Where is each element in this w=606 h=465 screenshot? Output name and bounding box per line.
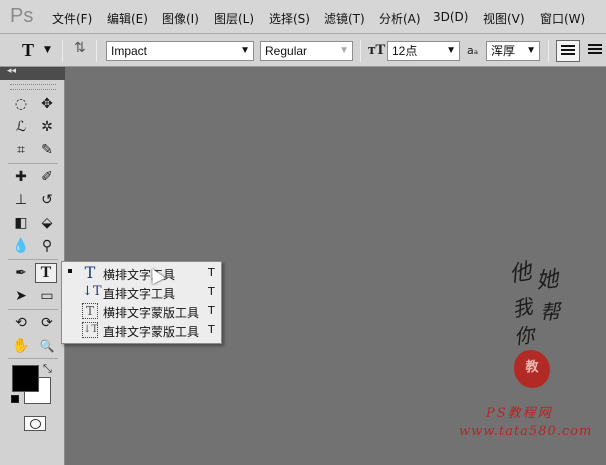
type-tool-flyout: T 横排文字工具 T ↓T 直排文字工具 T T 横排文字蒙版工具 T ↓T 直… <box>61 261 222 344</box>
text-orientation-icon[interactable]: ⇅ <box>74 40 86 56</box>
flyout-item-horizontal-type-mask[interactable]: T 横排文字蒙版工具 T <box>62 302 221 321</box>
dropdown-arrow-icon: ▼ <box>240 45 250 56</box>
menu-view[interactable]: 视图(V) <box>483 10 525 27</box>
flyout-item-shortcut: T <box>208 285 215 298</box>
align-left-button[interactable] <box>556 40 580 62</box>
flyout-item-shortcut: T <box>208 323 215 336</box>
vertical-type-mask-icon: ↓T <box>82 322 98 338</box>
antialias-value: 浑厚 <box>491 44 516 58</box>
blur-tool-icon[interactable]: 💧 <box>10 236 32 256</box>
pen-tool-icon[interactable]: ✒ <box>10 263 32 283</box>
flyout-item-vertical-type[interactable]: ↓T 直排文字工具 T <box>62 283 221 302</box>
path-selection-tool-icon[interactable]: ➤ <box>10 286 32 306</box>
menu-select[interactable]: 选择(S) <box>269 10 310 27</box>
watermark-seal: 教 <box>514 350 550 388</box>
watermark-url: www.tata580.com <box>459 424 593 439</box>
healing-brush-tool-icon[interactable]: ✚ <box>10 167 32 187</box>
history-brush-tool-icon[interactable]: ↺ <box>36 190 58 210</box>
watermark-site-name: PS教程网 <box>486 406 553 421</box>
crop-tool-icon[interactable]: ⌗ <box>10 140 32 160</box>
dropdown-arrow-icon: ▼ <box>339 45 349 56</box>
menu-analysis[interactable]: 分析(A) <box>379 10 421 27</box>
separator <box>548 40 549 62</box>
options-bar: T ▼ ⇅ Impact ▼ Regular ▼ тT 12点 ▼ aₐ 浑厚 … <box>0 34 606 67</box>
watermark-char: 你 <box>512 322 536 350</box>
watermark-char: 她 <box>535 266 560 295</box>
menu-3d[interactable]: 3D(D) <box>433 10 468 24</box>
separator <box>62 40 63 62</box>
tool-separator <box>8 358 58 359</box>
menu-filter[interactable]: 滤镜(T) <box>324 10 365 27</box>
antialias-select[interactable]: 浑厚 ▼ <box>486 41 540 61</box>
marquee-tool-icon[interactable]: ◌ <box>10 94 32 114</box>
font-size-value: 12点 <box>392 44 418 58</box>
font-family-value: Impact <box>111 44 148 58</box>
eyedropper-tool-icon[interactable]: ✎ <box>36 140 58 160</box>
eraser-tool-icon[interactable]: ◧ <box>10 213 32 233</box>
default-colors-icon[interactable] <box>11 395 19 403</box>
dropdown-arrow-icon: ▼ <box>526 45 536 56</box>
selected-bullet-icon <box>68 269 72 273</box>
font-size-icon: тT <box>368 42 386 58</box>
font-size-select[interactable]: 12点 ▼ <box>387 41 460 61</box>
brush-tool-icon[interactable]: ✐ <box>36 167 58 187</box>
menu-bar: Ps 文件(F) 编辑(E) 图像(I) 图层(L) 选择(S) 滤镜(T) 分… <box>0 0 606 34</box>
menu-edit[interactable]: 编辑(E) <box>107 10 148 27</box>
tool-separator <box>8 309 58 310</box>
panel-grip[interactable] <box>10 84 56 90</box>
paint-bucket-tool-icon[interactable]: ⬙ <box>36 213 58 233</box>
type-tool-icon[interactable]: T <box>35 263 57 283</box>
hand-tool-icon[interactable]: ✋ <box>10 336 32 356</box>
font-family-select[interactable]: Impact ▼ <box>106 41 254 61</box>
tool-preset-arrow-icon[interactable]: ▼ <box>44 45 51 55</box>
menu-window[interactable]: 窗口(W) <box>540 10 585 27</box>
separator <box>360 40 361 62</box>
3d-orbit-tool-icon[interactable]: ⟳ <box>36 313 58 333</box>
move-tool-icon[interactable]: ✥ <box>36 94 58 114</box>
flyout-item-shortcut: T <box>208 304 215 317</box>
foreground-color-swatch[interactable] <box>12 365 39 392</box>
font-style-value: Regular <box>265 44 308 58</box>
tool-preset-icon[interactable]: T <box>22 40 34 61</box>
tool-separator <box>8 163 58 164</box>
menu-file[interactable]: 文件(F) <box>52 10 92 27</box>
align-center-icon <box>588 44 602 56</box>
flyout-item-horizontal-type[interactable]: T 横排文字工具 T <box>62 263 221 283</box>
dodge-tool-icon[interactable]: ⚲ <box>36 236 58 256</box>
tools-panel-header[interactable]: ◂◂ <box>0 66 65 80</box>
flyout-item-label: 横排文字蒙版工具 <box>103 306 200 320</box>
flyout-item-label: 直排文字蒙版工具 <box>103 325 200 339</box>
3d-rotate-tool-icon[interactable]: ⟲ <box>10 313 32 333</box>
lasso-tool-icon[interactable]: ℒ <box>10 117 32 137</box>
horizontal-type-mask-icon: T <box>82 303 98 319</box>
clone-stamp-tool-icon[interactable]: ⊥ <box>10 190 32 210</box>
magic-wand-tool-icon[interactable]: ✲ <box>36 117 58 137</box>
photoshop-logo: Ps <box>10 5 34 27</box>
align-left-icon <box>561 45 575 57</box>
flyout-item-vertical-type-mask[interactable]: ↓T 直排文字蒙版工具 T <box>62 321 221 340</box>
font-style-select[interactable]: Regular ▼ <box>260 41 353 61</box>
tool-separator <box>8 259 58 260</box>
watermark-char: 帮 <box>539 299 561 325</box>
flyout-item-label: 横排文字工具 <box>103 268 176 282</box>
watermark-char: 他 <box>507 259 534 288</box>
dropdown-arrow-icon: ▼ <box>446 45 456 56</box>
zoom-tool-icon[interactable]: 🔍 <box>36 336 58 356</box>
collapse-panel-icon[interactable]: ◂◂ <box>7 66 16 76</box>
align-center-button[interactable] <box>584 40 606 62</box>
flyout-item-shortcut: T <box>208 266 215 279</box>
flyout-item-label: 直排文字工具 <box>103 287 176 301</box>
horizontal-type-icon: T <box>84 263 96 282</box>
quick-mask-button[interactable] <box>24 416 46 431</box>
menu-layer[interactable]: 图层(L) <box>214 10 254 27</box>
separator <box>96 40 97 62</box>
rectangle-tool-icon[interactable]: ▭ <box>36 286 58 306</box>
swap-colors-icon[interactable]: ⤡ <box>43 362 52 376</box>
menu-image[interactable]: 图像(I) <box>162 10 199 27</box>
vertical-type-icon: ↓T <box>82 284 102 299</box>
antialias-icon: aₐ <box>467 44 479 57</box>
